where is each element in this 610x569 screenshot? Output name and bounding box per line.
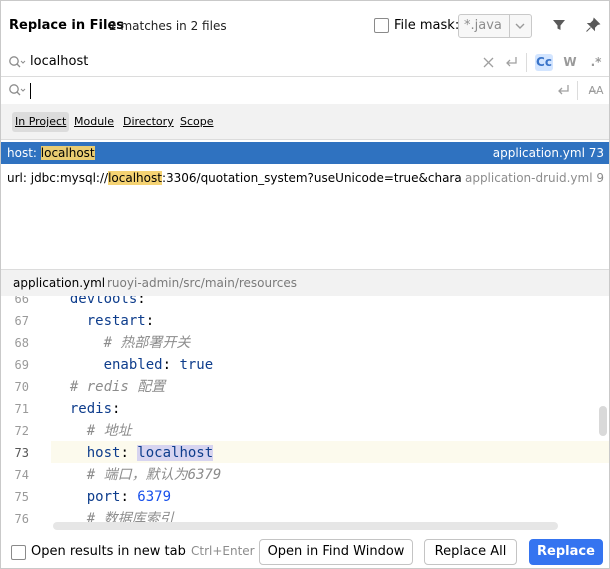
- code-comment: # redis 配置: [69, 379, 166, 395]
- yaml-value: true: [179, 357, 214, 373]
- whole-words-toggle[interactable]: W: [561, 54, 579, 71]
- yaml-key: host: [86, 445, 121, 461]
- open-new-tab-checkbox[interactable]: [11, 545, 26, 560]
- horizontal-scrollbar[interactable]: [53, 522, 558, 530]
- tab-directory[interactable]: Directory: [120, 112, 177, 132]
- file-mask-label: File mask:: [394, 18, 460, 33]
- shortcut-hint: Ctrl+Enter: [191, 544, 255, 558]
- line-number-gutter: 66 67 68 69 70 71 72 73 74 75 76: [1, 296, 51, 532]
- dialog-header: Replace in Files 2 matches in 2 files Fi…: [1, 1, 609, 50]
- filter-icon[interactable]: [551, 17, 567, 33]
- scope-tabs: In Project Module Directory Scope: [1, 104, 609, 140]
- text-cursor: [30, 83, 31, 99]
- line-number: 72: [14, 424, 29, 438]
- code-line: enabled: true: [103, 357, 214, 373]
- pin-icon[interactable]: [585, 17, 601, 33]
- line-number: 71: [14, 402, 29, 416]
- file-mask-value: *.java: [464, 18, 502, 33]
- tab-in-project[interactable]: In Project: [12, 112, 70, 132]
- line-number: 67: [14, 314, 29, 328]
- match-case-toggle[interactable]: Cc: [535, 54, 553, 71]
- line-number: 73: [14, 446, 29, 460]
- match-count: 2 matches in 2 files: [109, 19, 227, 33]
- match-highlight: localhost: [108, 171, 162, 185]
- line-number: 69: [14, 358, 29, 372]
- open-in-find-window-button[interactable]: Open in Find Window: [259, 539, 413, 565]
- result-row[interactable]: url: jdbc:mysql://localhost:3306/quotati…: [1, 167, 609, 189]
- preview-file-path: ruoyi-admin/src/main/resources: [107, 276, 298, 290]
- line-number: 66: [14, 296, 29, 306]
- line-number: 68: [14, 336, 29, 350]
- file-mask-dropdown[interactable]: *.java: [458, 14, 532, 38]
- code-comment: # 地址: [86, 423, 132, 439]
- match-highlight: localhost: [137, 445, 214, 461]
- replace-all-button[interactable]: Replace All: [424, 539, 517, 565]
- code-line: # 端口，默认为6379: [53, 464, 609, 486]
- code-line: host: localhost: [86, 445, 214, 461]
- yaml-key: port: [86, 489, 121, 505]
- file-mask-checkbox[interactable]: [374, 18, 389, 33]
- code-comment: # 端口，默认为6379: [86, 467, 222, 483]
- replace-search-icon: [9, 84, 26, 96]
- newline-icon[interactable]: [504, 56, 518, 69]
- code-line: # redis 配置: [53, 376, 609, 398]
- preview-header: application.yml ruoyi-admin/src/main/res…: [1, 269, 609, 297]
- line-number: 70: [14, 380, 29, 394]
- code-line: restart:: [86, 313, 155, 329]
- dialog-footer: Open results in new tab Ctrl+Enter Open …: [1, 532, 609, 568]
- yaml-value: 6379: [137, 489, 172, 505]
- dialog-title: Replace in Files: [9, 18, 124, 33]
- tab-module[interactable]: Module: [71, 112, 117, 132]
- code-comment: # 热部署开关: [103, 335, 191, 351]
- preserve-case-toggle[interactable]: A̶A: [587, 82, 605, 99]
- code-line: devtools:: [53, 296, 609, 310]
- open-new-tab-label: Open results in new tab: [31, 544, 186, 559]
- code-line: # 地址: [53, 420, 609, 442]
- yaml-key: enabled: [103, 357, 163, 373]
- result-location: application.yml 73: [488, 142, 604, 164]
- tab-scope[interactable]: Scope: [177, 112, 217, 132]
- code-line: # 热部署开关: [53, 332, 609, 354]
- search-icon[interactable]: [8, 55, 26, 69]
- code-line: port: 6379: [86, 489, 172, 505]
- line-number: 76: [14, 512, 29, 526]
- clear-icon[interactable]: [483, 57, 494, 68]
- replace-in-files-dialog: Replace in Files 2 matches in 2 files Fi…: [0, 0, 610, 569]
- regex-toggle[interactable]: .*: [587, 54, 605, 71]
- result-location: application-druid.yml 9: [460, 167, 604, 189]
- replace-button[interactable]: Replace: [529, 539, 603, 565]
- newline-icon[interactable]: [556, 84, 570, 97]
- result-row[interactable]: host: localhost application.yml 73: [1, 142, 609, 164]
- search-row: localhost Cc W .*: [1, 49, 609, 77]
- yaml-key: restart: [86, 313, 146, 329]
- code-area: devtools: restart: # 热部署开关 enabled: true…: [53, 296, 609, 532]
- results-list: host: localhost application.yml 73 url: …: [1, 140, 609, 269]
- chevron-down-icon: [515, 23, 525, 29]
- code-preview[interactable]: 66 67 68 69 70 71 72 73 74 75 76 devtools: restart…: [1, 296, 609, 532]
- line-number: 74: [14, 468, 29, 482]
- preview-file-name: application.yml: [13, 276, 106, 290]
- yaml-key: redis: [69, 401, 113, 417]
- yaml-key: devtools: [69, 296, 138, 307]
- code-line: redis:: [69, 401, 121, 417]
- line-number: 75: [14, 490, 29, 504]
- search-input[interactable]: localhost: [30, 54, 88, 69]
- vertical-scrollbar[interactable]: [599, 406, 607, 436]
- match-highlight: localhost: [40, 146, 95, 160]
- replace-row: A̶A: [1, 77, 609, 105]
